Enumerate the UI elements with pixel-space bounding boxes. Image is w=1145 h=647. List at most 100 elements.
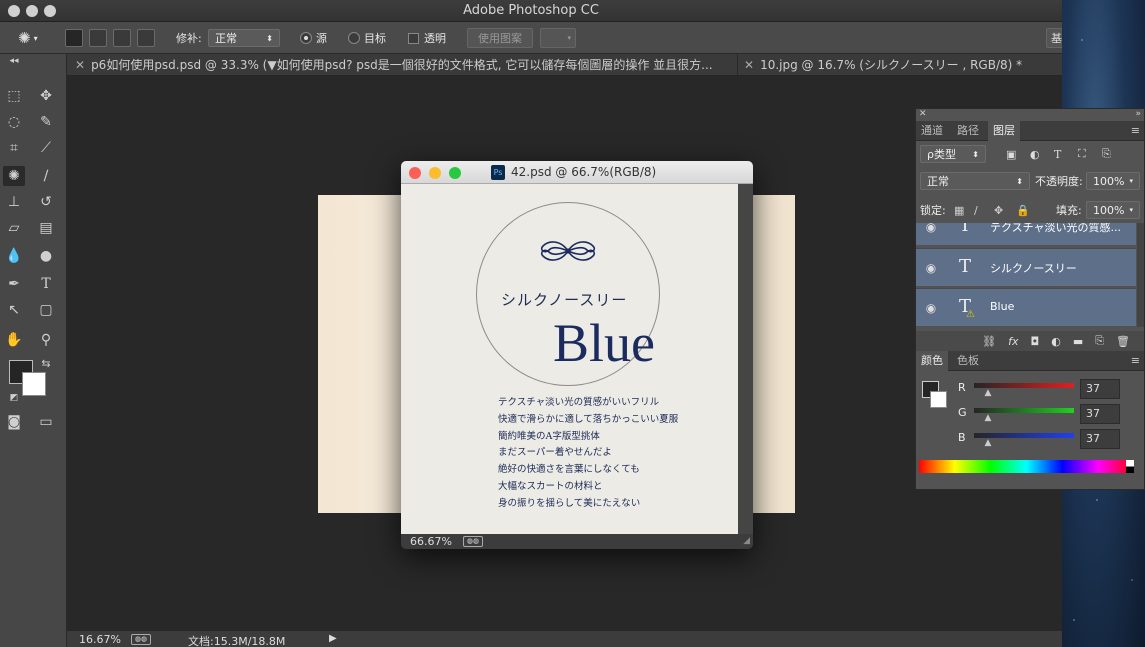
close-tab-icon[interactable]: ✕: [744, 58, 754, 72]
gradient-tool-icon[interactable]: ▤: [35, 218, 57, 238]
clone-stamp-tool-icon[interactable]: ⊥: [3, 192, 25, 212]
resize-grip-icon[interactable]: ◢: [743, 536, 750, 546]
visibility-eye-icon[interactable]: ◉: [924, 301, 938, 315]
zoom-tool-icon[interactable]: ⚲: [35, 330, 57, 350]
adjustment-layer-icon[interactable]: ◐: [1051, 335, 1061, 348]
color-spectrum-bar[interactable]: [919, 460, 1134, 473]
green-slider-thumb[interactable]: ▲: [985, 413, 992, 423]
default-colors-icon[interactable]: ◩: [3, 388, 25, 408]
source-radio[interactable]: 源: [300, 28, 327, 48]
destination-radio[interactable]: 目标: [348, 28, 386, 48]
tab-color[interactable]: 颜色: [916, 351, 948, 371]
crop-tool-icon[interactable]: ⌗: [3, 138, 25, 158]
quick-mask-icon[interactable]: ◙: [3, 412, 25, 432]
blur-tool-icon[interactable]: 💧: [3, 246, 25, 266]
link-layers-icon[interactable]: ⛓: [982, 335, 996, 348]
close-panel-icon[interactable]: ✕: [919, 109, 927, 119]
history-brush-tool-icon[interactable]: ↺: [35, 192, 57, 212]
lock-all-icon[interactable]: 🔒: [1016, 204, 1030, 217]
path-selection-tool-icon[interactable]: ↖: [3, 300, 25, 320]
panel-menu-icon[interactable]: ≡: [1131, 354, 1140, 367]
workspace-button[interactable]: 基: [1046, 28, 1062, 48]
fx-icon[interactable]: fx: [1008, 335, 1018, 348]
global-zoom[interactable]: 16.67%: [79, 633, 121, 646]
patch-mode-dropdown[interactable]: 正常 ⬍: [208, 28, 280, 48]
tab-paths[interactable]: 路径: [952, 121, 984, 141]
pattern-picker[interactable]: ▾: [540, 28, 576, 48]
rectangle-tool-icon[interactable]: ▢: [35, 300, 57, 320]
document-scrollbar[interactable]: [738, 184, 753, 534]
marquee-tool-icon[interactable]: ⬚: [3, 86, 25, 106]
layer-filter-dropdown[interactable]: ρ类型 ⬍: [920, 145, 986, 163]
swap-colors-icon[interactable]: ⇆: [35, 354, 57, 374]
type-filter-icon[interactable]: T: [1054, 148, 1061, 161]
tab-swatches[interactable]: 色板: [952, 351, 984, 371]
pen-tool-icon[interactable]: ✒: [3, 274, 25, 294]
move-tool-icon[interactable]: ✥: [35, 86, 57, 106]
subtract-selection-icon[interactable]: [113, 29, 131, 47]
green-value-input[interactable]: 37: [1080, 404, 1120, 424]
tab-layers[interactable]: 图层: [988, 121, 1020, 141]
intersect-selection-icon[interactable]: [137, 29, 155, 47]
dropdown-arrow-icon: ▾: [1129, 177, 1133, 185]
shape-filter-icon[interactable]: ⛶: [1078, 147, 1086, 161]
patch-tool-preset-icon[interactable]: ✺ ▾: [18, 28, 38, 48]
opacity-input[interactable]: 100% ▾: [1086, 172, 1140, 190]
color-bg-swatch[interactable]: [930, 391, 947, 408]
delete-layer-icon[interactable]: 🗑: [1116, 335, 1130, 348]
transparent-checkbox[interactable]: 透明: [408, 28, 446, 48]
blue-value-input[interactable]: 37: [1080, 429, 1120, 449]
new-layer-icon[interactable]: ⎘: [1095, 334, 1104, 348]
pixel-filter-icon[interactable]: ▣: [1006, 148, 1016, 161]
blue-slider-thumb[interactable]: ▲: [985, 438, 992, 448]
document-zoom[interactable]: 66.67%: [410, 535, 452, 548]
add-selection-icon[interactable]: [89, 29, 107, 47]
dodge-tool-icon[interactable]: ●: [35, 246, 57, 266]
smart-object-filter-icon[interactable]: ⎘: [1102, 147, 1111, 161]
new-group-icon[interactable]: ▬: [1073, 335, 1083, 348]
add-mask-icon[interactable]: ◘: [1031, 335, 1040, 348]
tab-channels[interactable]: 通道: [916, 121, 948, 141]
lock-image-icon[interactable]: ∕: [974, 204, 978, 217]
screen-mode-icon[interactable]: ▭: [35, 412, 57, 432]
layer-row[interactable]: ◉ T テクスチャ淡い光の質感...: [916, 223, 1136, 245]
eyedropper-tool-icon[interactable]: ⟋: [35, 138, 57, 158]
eraser-tool-icon[interactable]: ▱: [3, 218, 25, 238]
minimize-document-button[interactable]: [429, 167, 441, 179]
new-selection-icon[interactable]: [65, 29, 83, 47]
red-slider-thumb[interactable]: ▲: [985, 388, 992, 398]
collapse-panel-icon[interactable]: ◂◂: [3, 56, 25, 66]
close-document-button[interactable]: [409, 167, 421, 179]
use-pattern-button[interactable]: 使用图案: [467, 28, 533, 48]
tab-10-jpg[interactable]: ✕ 10.jpg @ 16.7% (シルクノースリー , RGB/8) *: [737, 54, 1057, 76]
panel-menu-icon[interactable]: ≡: [1131, 124, 1140, 137]
visibility-eye-icon[interactable]: ◉: [924, 261, 938, 275]
tab-p6-psd[interactable]: ✕ p6如何使用psd.psd @ 33.3% (▼如何使用psd? psd是一個…: [75, 54, 735, 76]
visibility-eye-icon[interactable]: ◉: [924, 223, 938, 234]
lock-position-icon[interactable]: ✥: [994, 204, 1003, 217]
patch-tool-icon[interactable]: ✺: [3, 166, 25, 186]
blend-mode-dropdown[interactable]: 正常 ⬍: [920, 172, 1030, 190]
zoom-document-button[interactable]: [449, 167, 461, 179]
lock-transparent-icon[interactable]: ▦: [954, 204, 964, 217]
hand-tool-icon[interactable]: ✋: [3, 330, 25, 350]
fill-input[interactable]: 100% ▾: [1086, 201, 1140, 219]
red-value-input[interactable]: 37: [1080, 379, 1120, 399]
background-color-swatch[interactable]: [22, 372, 46, 396]
status-info-icon[interactable]: ◍◍: [463, 536, 483, 547]
lasso-tool-icon[interactable]: ◌: [3, 112, 25, 132]
adjustment-filter-icon[interactable]: ◐: [1030, 148, 1040, 161]
layers-scrollbar[interactable]: [1137, 223, 1144, 327]
status-info-icon[interactable]: ◍◍: [131, 634, 151, 645]
close-tab-icon[interactable]: ✕: [75, 58, 85, 72]
brush-tool-icon[interactable]: ∕: [35, 166, 57, 186]
quick-selection-tool-icon[interactable]: ✎: [35, 112, 57, 132]
document-canvas[interactable]: シルクノースリー Blue テクスチャ淡い光の質感がいいフリル 快適で滑らかに適…: [401, 184, 738, 534]
type-tool-icon[interactable]: T: [35, 274, 57, 294]
status-menu-arrow-icon[interactable]: ▶: [329, 633, 337, 644]
text-layer-icon: T: [958, 223, 971, 236]
collapse-panels-icon[interactable]: »: [1135, 109, 1141, 119]
spectrum-bw-swatch[interactable]: [1126, 460, 1134, 473]
layer-row[interactable]: ◉ T シルクノースリー: [916, 248, 1136, 286]
layer-row[interactable]: ◉ T ⚠ Blue: [916, 288, 1136, 326]
